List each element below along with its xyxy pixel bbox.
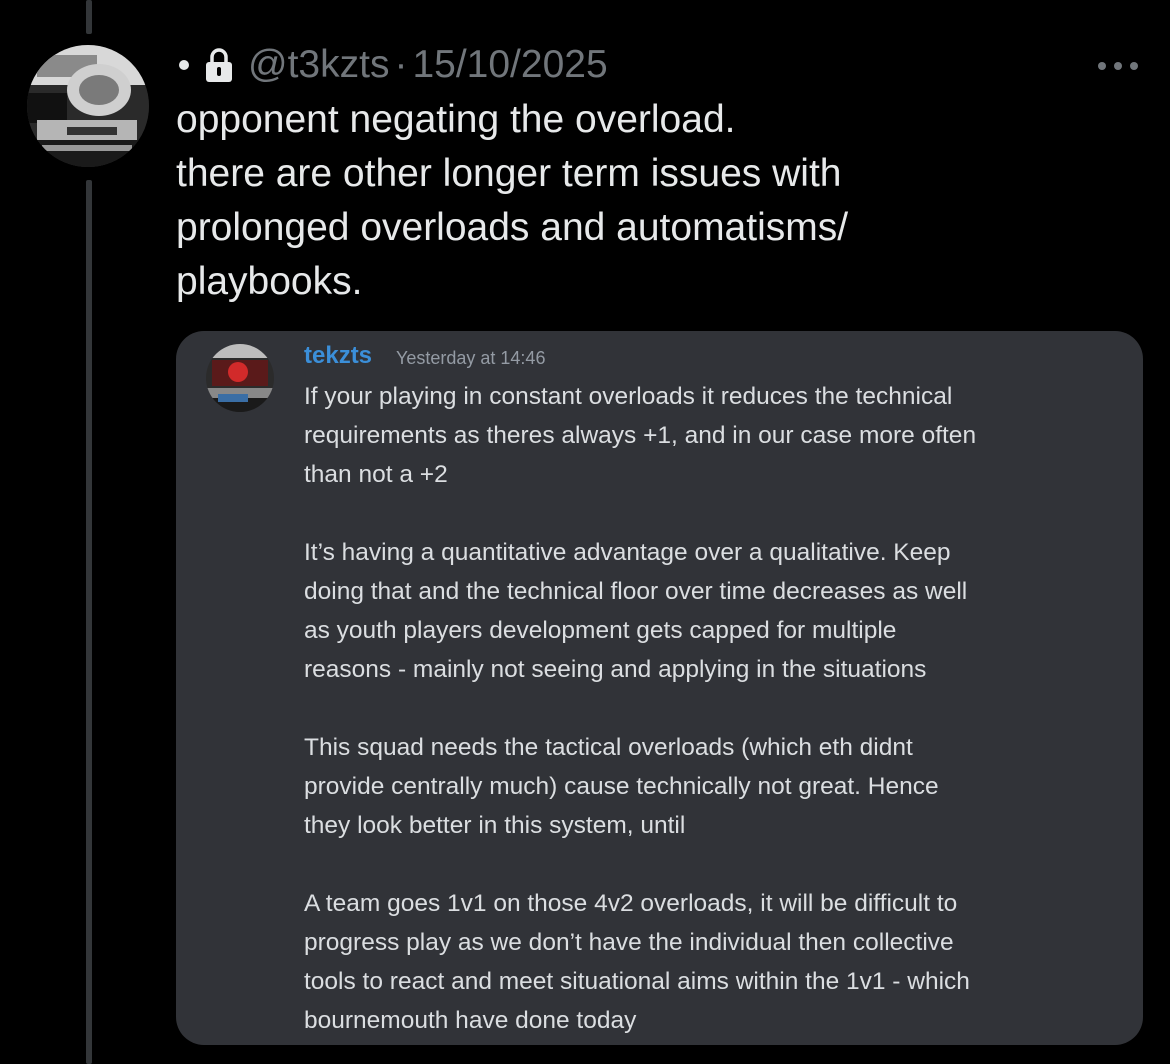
- message-paragraph: A team goes 1v1 on those 4v2 overloads, …: [304, 884, 1124, 1040]
- message-line: A team goes 1v1 on those 4v2 overloads, …: [304, 890, 958, 917]
- embed-message-body: If your playing in constant overloads it…: [304, 377, 1124, 1040]
- message-line: This squad needs the tactical overloads …: [304, 734, 913, 761]
- message-line: reasons - mainly not seeing and applying…: [304, 656, 927, 683]
- more-options-icon[interactable]: [1096, 56, 1140, 76]
- profile-avatar[interactable]: [27, 45, 149, 167]
- message-line: they look better in this system, until: [304, 812, 686, 839]
- message-line: It’s having a quantitative advantage ove…: [304, 539, 951, 566]
- header-separator: ·: [394, 43, 408, 86]
- thread-line-top: [86, 0, 92, 34]
- thread-line-bottom: [86, 180, 92, 1064]
- message-paragraph: If your playing in constant overloads it…: [304, 377, 1124, 494]
- message-line: tools to react and meet situational aims…: [304, 968, 970, 995]
- message-paragraph: This squad needs the tactical overloads …: [304, 728, 1124, 845]
- message-line: than not a +2: [304, 461, 448, 488]
- message-paragraph: It’s having a quantitative advantage ove…: [304, 533, 1124, 689]
- message-line: progress play as we don’t have the indiv…: [304, 929, 954, 956]
- tweet-text-line: prolonged overloads and automatisms/: [176, 206, 849, 249]
- embed-timestamp: Yesterday at 14:46: [396, 348, 546, 368]
- tweet-date[interactable]: 15/10/2025: [412, 43, 607, 87]
- embed-avatar: [206, 344, 274, 412]
- tweet-text-line: opponent negating the overload.: [176, 98, 736, 141]
- message-line: requirements as theres always +1, and in…: [304, 422, 977, 449]
- message-line: If your playing in constant overloads it…: [304, 383, 953, 410]
- tweet-text-line: playbooks.: [176, 260, 363, 303]
- tweet-handle[interactable]: @t3kzts: [248, 43, 389, 87]
- tweet-text: opponent negating the overload. there ar…: [176, 93, 1056, 309]
- tweet-text-line: there are other longer term issues with: [176, 152, 842, 195]
- message-line: bournemouth have done today: [304, 1007, 637, 1034]
- status-dot: [179, 60, 189, 70]
- embed-username: tekzts: [304, 342, 373, 369]
- tweet-header: @t3kzts · 15/10/2025: [176, 40, 608, 90]
- message-line: provide centrally much) cause technicall…: [304, 773, 939, 800]
- lock-icon: [206, 48, 232, 82]
- avatar-image: [27, 45, 149, 167]
- message-line: doing that and the technical floor over …: [304, 578, 968, 605]
- embed-avatar-image: [206, 344, 274, 412]
- message-line: as youth players development gets capped…: [304, 617, 897, 644]
- embedded-image-discord-message[interactable]: tekzts Yesterday at 14:46 If your playin…: [176, 331, 1143, 1045]
